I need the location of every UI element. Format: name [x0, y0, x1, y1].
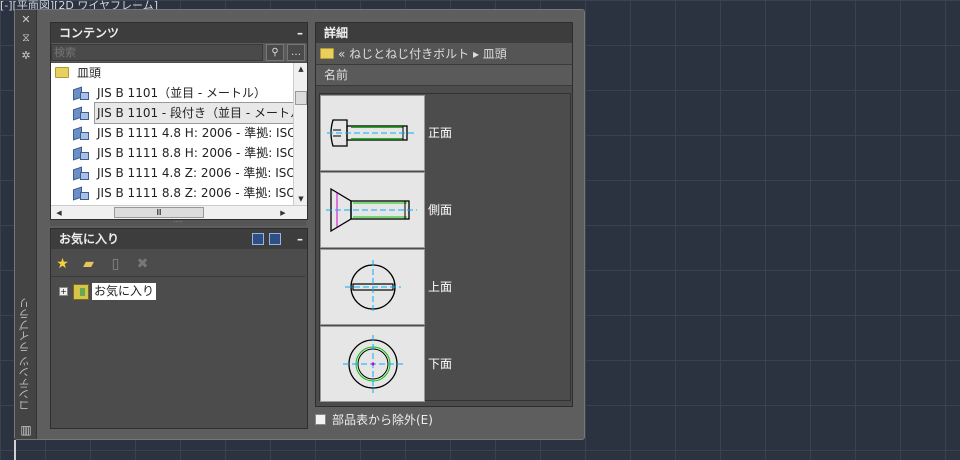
bottom-view-drawing: [343, 335, 403, 393]
exclude-bom-checkbox[interactable]: [315, 414, 326, 425]
contents-pane: コンテンツ – ⚲ … 皿頭 JIS B 1101（並目 - メートル） JIS…: [50, 22, 308, 220]
list-view-icon[interactable]: [252, 233, 264, 245]
favorites-title: お気に入り: [59, 232, 120, 246]
scroll-down-icon[interactable]: ▼: [295, 195, 307, 203]
palette-title: コンテンツ ライブラリ: [18, 297, 31, 412]
contents-header: コンテンツ –: [51, 23, 307, 43]
tree-item-label: JIS B 1111 8.8 H: 2006 - 準拠: ISO 7046-2: [97, 146, 307, 160]
palette-titlebar[interactable]: ✕ ⧖ ✲ コンテンツ ライブラリ ▥: [15, 10, 37, 439]
view-label-top: 上面: [428, 280, 453, 294]
contents-tree[interactable]: 皿頭 JIS B 1101（並目 - メートル） JIS B 1101 - 段付…: [51, 63, 307, 219]
delete-icon[interactable]: ✖: [134, 256, 151, 273]
front-view-drawing: [327, 119, 415, 147]
contents-minimize-button[interactable]: –: [297, 23, 303, 43]
search-input[interactable]: [51, 44, 263, 61]
folder-icon: [320, 48, 334, 59]
favorites-toolbar: ★ ▰ ▯ ✖: [51, 251, 305, 277]
tile-view-icon[interactable]: [269, 233, 281, 245]
tree-root-label: 皿頭: [77, 66, 102, 80]
close-icon[interactable]: ✕: [19, 13, 33, 26]
details-pane: 詳細 « ねじとねじ付きボルト ▸ 皿頭 名前 正面 側面 上面 下面: [315, 22, 573, 407]
part-icon: [73, 166, 90, 181]
favorites-folder-icon: [73, 284, 89, 300]
search-row: ⚲ …: [51, 43, 307, 62]
view-tile-top[interactable]: [320, 249, 425, 325]
search-icon[interactable]: ⚲: [266, 44, 284, 61]
horizontal-scroll-thumb[interactable]: Ⅲ: [114, 207, 204, 218]
exclude-bom-label: 部品表から除外(E): [332, 413, 433, 427]
view-label-bottom: 下面: [428, 357, 453, 371]
exclude-bom-option[interactable]: 部品表から除外(E): [315, 412, 433, 428]
view-list[interactable]: 正面 側面 上面 下面: [319, 93, 571, 402]
view-tile-front[interactable]: [320, 95, 425, 171]
favorites-pane: お気に入り – ★ ▰ ▯ ✖ + お気に入り: [50, 228, 308, 429]
favorites-header: お気に入り –: [51, 229, 307, 249]
tree-horizontal-scrollbar[interactable]: ◀ Ⅲ ▶: [51, 205, 307, 219]
view-label-front: 正面: [428, 126, 453, 140]
side-view-drawing: [326, 187, 417, 233]
part-icon: [73, 186, 90, 201]
library-icon[interactable]: ▥: [19, 424, 33, 437]
folder-icon: [55, 67, 69, 78]
part-icon: [73, 106, 90, 121]
part-icon: [73, 86, 90, 101]
part-icon: [73, 126, 90, 141]
tree-item-label: JIS B 1101 - 段付き（並目 - メートル）: [93, 102, 307, 124]
crosshair-cursor: [14, 440, 16, 460]
tree-vertical-scrollbar[interactable]: ▲ ▼: [293, 63, 307, 205]
breadcrumb[interactable]: « ねじとねじ付きボルト ▸ 皿頭: [316, 43, 572, 65]
view-label-side: 側面: [428, 203, 453, 217]
tree-item-label: JIS B 1111 4.8 Z: 2006 - 準拠: ISO 7046-1: [97, 166, 307, 180]
favorites-minimize-button[interactable]: –: [297, 229, 303, 249]
view-tile-bottom[interactable]: [320, 326, 425, 402]
content-library-palette: ✕ ⧖ ✲ コンテンツ ライブラリ ▥ コンテンツ – ⚲ … 皿頭 JIS B…: [14, 9, 585, 440]
expand-icon[interactable]: +: [59, 287, 68, 296]
view-tile-side[interactable]: [320, 172, 425, 248]
details-header: 詳細: [316, 23, 572, 43]
tree-item-label: JIS B 1111 4.8 H: 2006 - 準拠: ISO 7046-1: [97, 126, 307, 140]
copy-icon[interactable]: ▯: [107, 256, 124, 273]
properties-gear-icon[interactable]: ✲: [19, 49, 33, 62]
vertical-scroll-thumb[interactable]: [295, 91, 307, 105]
column-header-name[interactable]: 名前: [316, 65, 572, 86]
top-view-drawing: [345, 260, 401, 314]
scroll-left-icon[interactable]: ◀: [53, 209, 65, 217]
breadcrumb-text: « ねじとねじ付きボルト ▸ 皿頭: [338, 47, 507, 61]
favorites-node-label: お気に入り: [92, 283, 157, 300]
more-options-button[interactable]: …: [287, 44, 305, 61]
add-favorite-star-icon[interactable]: ★: [54, 256, 71, 273]
tree-item-label: JIS B 1111 8.8 Z: 2006 - 準拠: ISO 7046-2: [97, 186, 307, 200]
contents-title: コンテンツ: [59, 26, 120, 40]
tree-item-label: JIS B 1101（並目 - メートル）: [97, 86, 267, 100]
new-folder-icon[interactable]: ▰: [80, 256, 97, 273]
pane-splitter[interactable]: ····: [50, 219, 306, 226]
scroll-right-icon[interactable]: ▶: [277, 209, 289, 217]
part-icon: [73, 146, 90, 161]
autohide-icon[interactable]: ⧖: [19, 31, 33, 44]
scroll-up-icon[interactable]: ▲: [295, 65, 307, 73]
